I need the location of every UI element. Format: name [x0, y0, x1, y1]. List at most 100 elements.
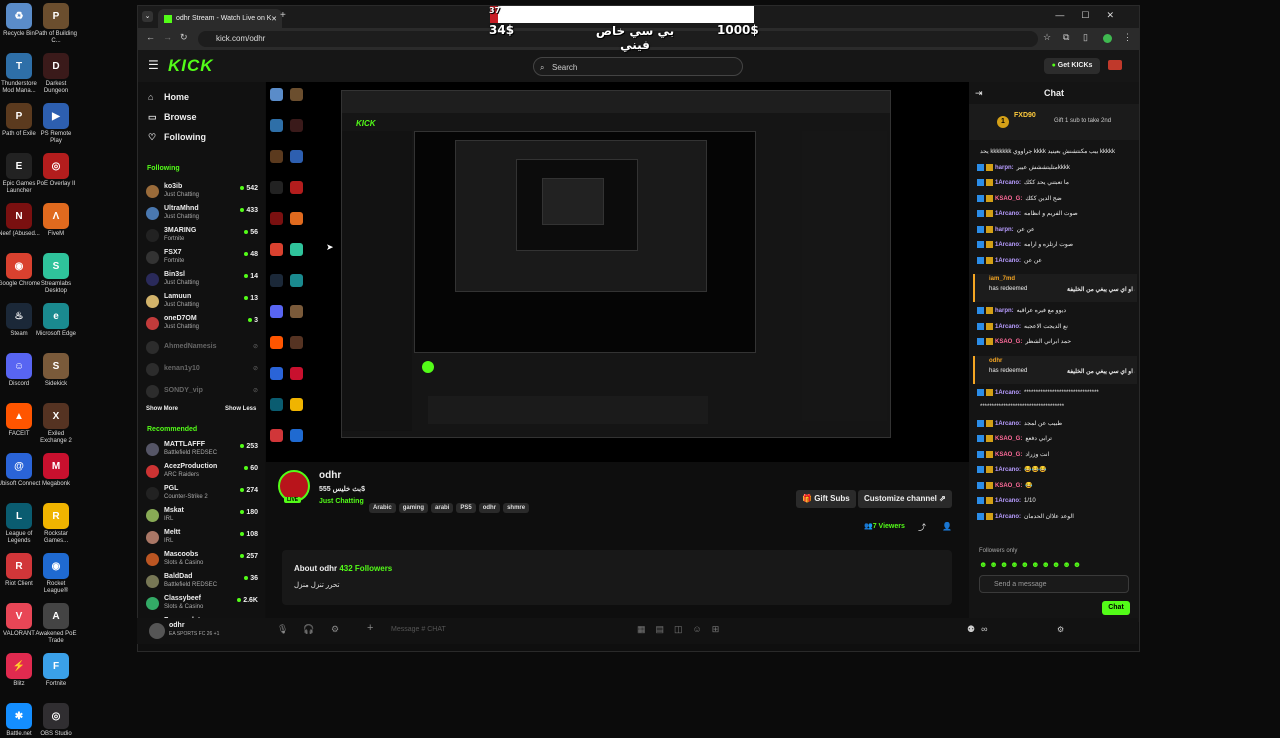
nav-home[interactable]: ⌂ Home: [148, 92, 189, 102]
desktop-shortcut[interactable]: A Awakened PoE Trade: [34, 603, 78, 645]
streamer-name[interactable]: odhr: [319, 470, 341, 481]
chat-username[interactable]: KSAO_G:: [995, 436, 1022, 442]
nav-browse[interactable]: ▭ Browse: [148, 112, 197, 123]
chat-username[interactable]: KSAO_G:: [995, 483, 1022, 489]
desktop-shortcut[interactable]: e Microsoft Edge: [34, 303, 78, 338]
chat-username[interactable]: 1Arcano:: [995, 390, 1021, 396]
chat-username[interactable]: 1Arcano:: [995, 211, 1021, 217]
chat-username[interactable]: 1Arcano:: [995, 324, 1021, 330]
gift-subs-button[interactable]: 🎁 Gift Subs: [796, 490, 856, 508]
desktop-shortcut[interactable]: S Sidekick: [34, 353, 78, 388]
desktop-shortcut[interactable]: ◉ Rocket League®: [34, 553, 78, 595]
maximize-icon[interactable]: ☐: [1081, 10, 1106, 20]
sidebar-channel[interactable]: Lamuun Just Chatting 13: [146, 292, 258, 312]
chat-username[interactable]: 1Arcano:: [995, 421, 1021, 427]
minimize-icon[interactable]: —: [1055, 10, 1081, 20]
share-icon[interactable]: ⤴: [918, 522, 926, 533]
sidebar-channel-offline[interactable]: kenan1y10 ⊘: [146, 360, 258, 380]
extensions-icon[interactable]: ⧉: [1063, 32, 1069, 43]
window-controls[interactable]: —☐✕: [1055, 10, 1131, 21]
emote-bar[interactable]: ☻☻☻☻☻☻☻☻☻☻: [979, 560, 1129, 569]
settings-gear-icon[interactable]: ⚙: [1057, 625, 1064, 634]
headset-icon[interactable]: 🎧: [303, 624, 314, 635]
stream-tag[interactable]: gaming: [398, 503, 429, 513]
bottom-toolbar-icons[interactable]: ▦▤◫☺⊞: [637, 624, 729, 635]
chat-username[interactable]: harpn:: [995, 227, 1014, 233]
desktop-shortcut[interactable]: F Fortnite: [34, 653, 78, 688]
tab-search-icon[interactable]: ⌄: [142, 11, 153, 22]
sidebar-channel[interactable]: Meltt IRL 108: [146, 528, 258, 548]
stream-category[interactable]: Just Chatting: [319, 498, 364, 505]
chat-username[interactable]: 1Arcano:: [995, 180, 1021, 186]
sidebar-channel[interactable]: Bin3sl Just Chatting 14: [146, 270, 258, 290]
menu-icon[interactable]: ⋮: [1123, 32, 1132, 43]
chat-username[interactable]: KSAO_G:: [995, 196, 1022, 202]
bookmark-icon[interactable]: ☆: [1043, 32, 1051, 43]
show-less-button[interactable]: Show Less: [225, 406, 256, 412]
desktop-shortcut[interactable]: ◎ OBS Studio: [34, 703, 78, 738]
chat-username[interactable]: KSAO_G:: [995, 452, 1022, 458]
sidebar-channel[interactable]: BaldDad Battlefield REDSEC 36: [146, 572, 258, 592]
chat-username[interactable]: harpn:: [995, 165, 1014, 171]
desktop-shortcut[interactable]: D Darkest Dungeon: [34, 53, 78, 95]
close-window-icon[interactable]: ✕: [1106, 10, 1131, 20]
redeem-user[interactable]: odhr: [989, 358, 1002, 364]
pinned-user[interactable]: FXD90: [1014, 112, 1036, 119]
send-chat-button[interactable]: Chat: [1102, 601, 1130, 615]
sidebar-channel[interactable]: 3MARING Fortnite 56: [146, 226, 258, 246]
desktop-shortcut[interactable]: ▶ PS Remote Play: [34, 103, 78, 145]
discord-user-avatar[interactable]: [149, 623, 165, 639]
user-avatar[interactable]: [1108, 60, 1122, 70]
sidebar-channel[interactable]: ko3ib Just Chatting 542: [146, 182, 258, 202]
kick-logo[interactable]: KICK: [168, 56, 214, 76]
tab-kick[interactable]: odhr Stream - Watch Live on K ✕: [158, 9, 282, 28]
new-tab-icon[interactable]: +: [280, 10, 286, 21]
profile-avatar[interactable]: [1103, 34, 1112, 43]
desktop-shortcut[interactable]: ◎ PoE Overlay II: [34, 153, 78, 188]
desktop-shortcut[interactable]: Λ FiveM: [34, 203, 78, 238]
add-icon[interactable]: +: [367, 622, 373, 634]
sidebar-channel[interactable]: UltraMhnd Just Chatting 433: [146, 204, 258, 224]
desktop-shortcut[interactable]: M Megabonk: [34, 453, 78, 488]
sidebar-channel-offline[interactable]: SONDY_vip ⊘: [146, 382, 258, 402]
chat-username[interactable]: 1Arcano:: [995, 514, 1021, 520]
sidebar-channel[interactable]: MATTLAFFF Battlefield REDSEC 253: [146, 440, 258, 460]
close-tab-icon[interactable]: ✕: [271, 15, 277, 23]
desktop-shortcut[interactable]: P Path of Building C...: [34, 3, 78, 45]
back-icon[interactable]: ←: [146, 32, 155, 42]
chat-username[interactable]: harpn:: [995, 308, 1014, 314]
sidebar-channel[interactable]: Mskat IRL 180: [146, 506, 258, 526]
stream-tag[interactable]: arabi: [431, 503, 454, 513]
settings-icon[interactable]: ⚙: [331, 624, 339, 635]
chat-username[interactable]: 1Arcano:: [995, 258, 1021, 264]
chat-username[interactable]: KSAO_G:: [995, 339, 1022, 345]
sidebar-channel[interactable]: AcezProduction ARC Raiders 60: [146, 462, 258, 482]
redeem-user[interactable]: iam_7md: [989, 276, 1015, 282]
sidebar-channel[interactable]: PGL Counter-Strike 2 274: [146, 484, 258, 504]
chat-username[interactable]: 1Arcano:: [995, 242, 1021, 248]
chat-username[interactable]: 1Arcano:: [995, 498, 1021, 504]
show-more-button[interactable]: Show More: [146, 406, 178, 412]
mic-icon[interactable]: 🎙: [277, 624, 288, 635]
chat-input[interactable]: Send a message: [979, 575, 1129, 593]
sidebar-channel[interactable]: Mascoobs Slots & Casino 257: [146, 550, 258, 570]
desktop-shortcut[interactable]: S Streamlabs Desktop: [34, 253, 78, 295]
sidebar-channel[interactable]: FSX7 Fortnite 48: [146, 248, 258, 268]
message-input[interactable]: Message # CHAT: [391, 626, 446, 633]
follow-user-icon[interactable]: 👤: [942, 522, 952, 531]
sidepanel-icon[interactable]: ▯: [1083, 32, 1088, 43]
stream-tag[interactable]: PS5: [456, 503, 476, 513]
desktop-shortcut[interactable]: R Rockstar Games...: [34, 503, 78, 545]
hamburger-icon[interactable]: ☰: [148, 58, 159, 72]
chat-toolbar-icons[interactable]: ⚉∞: [967, 624, 993, 635]
sidebar-channel-offline[interactable]: AhmedNamesis ⊘: [146, 338, 258, 358]
desktop-shortcut[interactable]: X Exiled Exchange 2: [34, 403, 78, 445]
sidebar-channel[interactable]: oneD7OM Just Chatting 3: [146, 314, 258, 334]
get-kicks-button[interactable]: ● Get KICKs: [1044, 58, 1100, 74]
stream-tag[interactable]: Arabic: [369, 503, 396, 513]
stream-tag[interactable]: shmre: [503, 503, 530, 513]
video-player[interactable]: KICK ➤: [266, 82, 969, 462]
reload-icon[interactable]: ↻: [180, 32, 188, 43]
customize-channel-button[interactable]: Customize channel ⇗: [858, 490, 952, 508]
nav-following[interactable]: ♡ Following: [148, 132, 206, 143]
